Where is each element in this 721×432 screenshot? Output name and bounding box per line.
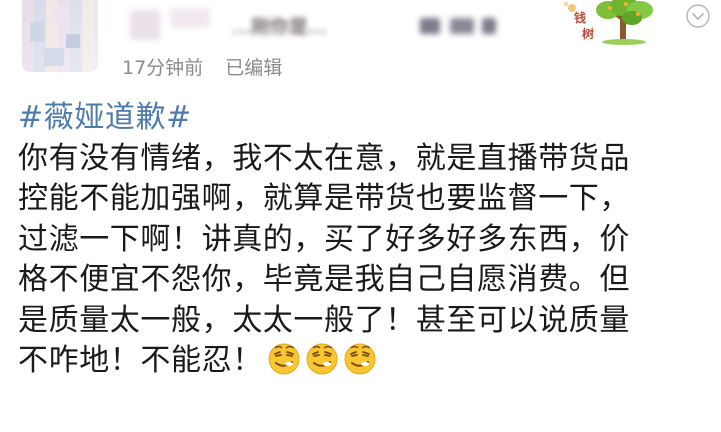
chevron-down-icon [686, 4, 710, 28]
money-tree-icon: 钱 树 [560, 0, 660, 46]
post-content: #薇娅道歉# 你有没有情绪，我不太在意，就是直播带货品 控能不能加强啊，就算是带… [18, 98, 718, 382]
money-tree-badge[interactable]: 钱 树 [560, 0, 660, 46]
post-line: 控能不能加强啊，就算是带货也要监督一下， [18, 181, 630, 216]
svg-text:钱: 钱 [574, 10, 586, 25]
more-options-button[interactable] [684, 2, 712, 30]
post-line: 不咋地！不能忍！ [18, 343, 263, 378]
post-line: 格不便宜不怨你，毕竟是我自己自愿消费。但 [18, 262, 630, 297]
svg-text:树: 树 [582, 26, 594, 41]
post-line-last: 不咋地！不能忍！ [18, 341, 718, 382]
smirk-emoji-icon [343, 342, 377, 376]
post-line: 是质量太一般，太太一般了！甚至可以说质量 [18, 302, 630, 338]
post-line: 你有没有情绪，我不太在意，就是直播带货品 [18, 140, 630, 176]
edited-label[interactable]: 已编辑 [225, 57, 282, 79]
timestamp[interactable]: 17分钟前 [122, 57, 203, 79]
post-meta: 17分钟前 已编辑 [122, 56, 282, 80]
smirk-emoji-icon [305, 342, 339, 376]
avatar[interactable] [22, 0, 98, 72]
post-line: #薇娅道歉# [18, 98, 718, 139]
post-line: 过滤一下啊！讲真的，买了好多好多东西，价 [18, 221, 630, 257]
username[interactable]: …刚你是… [232, 16, 482, 38]
smirk-emoji-icon [267, 342, 301, 376]
hashtag-link[interactable]: #薇娅道歉# [18, 100, 192, 135]
